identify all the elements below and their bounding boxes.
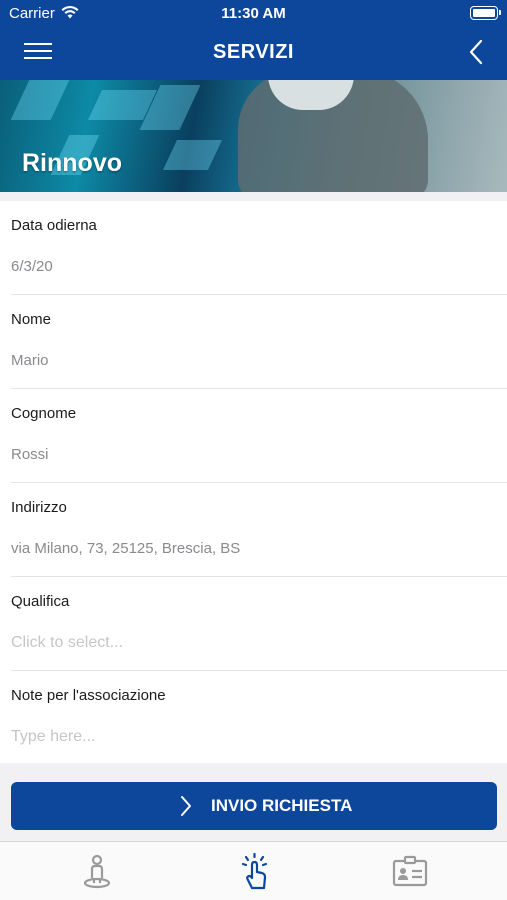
field-value: Rossi bbox=[11, 446, 49, 463]
navigation-bar: Carrier 11:30 AM SERVIZI bbox=[0, 0, 507, 80]
address-field[interactable]: Indirizzo via Milano, 73, 25125, Brescia… bbox=[11, 483, 507, 577]
date-field[interactable]: Data odierna 6/3/20 bbox=[11, 201, 507, 295]
field-label: Indirizzo bbox=[11, 499, 67, 516]
field-label: Cognome bbox=[11, 405, 77, 422]
id-card-icon[interactable] bbox=[390, 852, 430, 892]
header-banner-image: Rinnovo bbox=[0, 80, 507, 192]
tap-hand-icon[interactable] bbox=[234, 852, 274, 892]
clock: 11:30 AM bbox=[221, 5, 286, 22]
battery-icon bbox=[470, 6, 501, 20]
field-placeholder: Type here... bbox=[11, 728, 96, 745]
qualifica-select[interactable]: Qualifica Click to select... bbox=[11, 577, 507, 671]
field-value: via Milano, 73, 25125, Brescia, BS bbox=[11, 540, 241, 557]
submit-request-button[interactable]: INVIO RICHIESTA bbox=[11, 782, 497, 830]
field-value: 6/3/20 bbox=[11, 258, 53, 275]
field-placeholder: Click to select... bbox=[11, 634, 124, 651]
banner-title: Rinnovo bbox=[22, 149, 122, 177]
field-label: Qualifica bbox=[11, 593, 70, 610]
tab-bar bbox=[0, 841, 507, 900]
back-chevron-icon[interactable] bbox=[465, 36, 489, 68]
last-name-field[interactable]: Cognome Rossi bbox=[11, 389, 507, 483]
first-name-field[interactable]: Nome Mario bbox=[11, 295, 507, 389]
field-label: Note per l'associazione bbox=[11, 687, 166, 704]
field-value: Mario bbox=[11, 352, 49, 369]
status-bar: Carrier 11:30 AM bbox=[0, 0, 507, 28]
renewal-form: Data odierna 6/3/20 Nome Mario Cognome R… bbox=[0, 201, 507, 763]
chevron-right-icon bbox=[181, 796, 191, 816]
notes-input[interactable]: Note per l'associazione Type here... bbox=[11, 671, 507, 765]
page-title: SERVIZI bbox=[213, 41, 294, 63]
location-person-icon[interactable] bbox=[77, 852, 117, 892]
submit-button-label: INVIO RICHIESTA bbox=[211, 796, 353, 815]
field-label: Data odierna bbox=[11, 217, 97, 234]
field-label: Nome bbox=[11, 311, 52, 328]
